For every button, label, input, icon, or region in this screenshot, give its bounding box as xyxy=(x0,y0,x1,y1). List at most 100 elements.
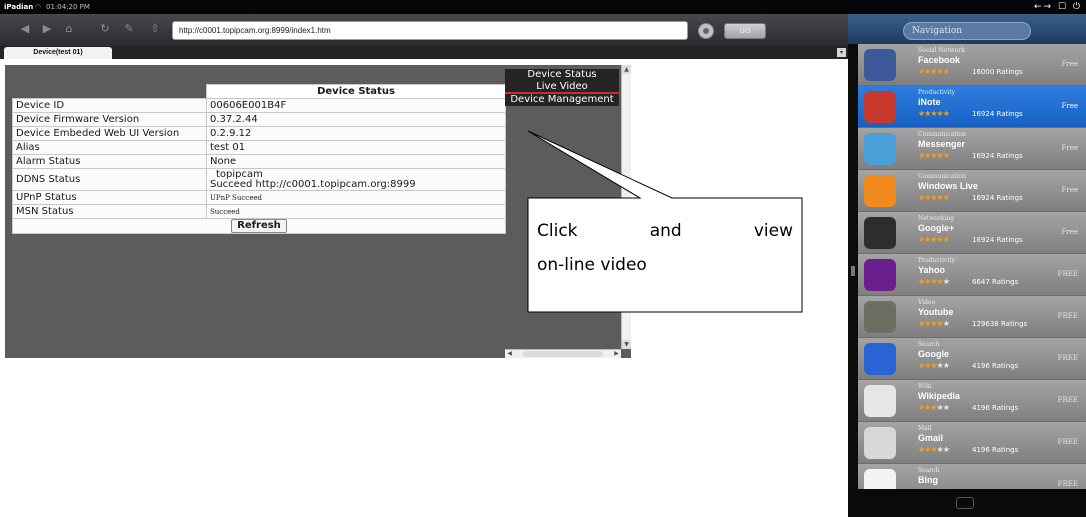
edit-icon[interactable]: ✎ xyxy=(122,22,136,36)
device-side-menu: Device Status Live Video Device Manageme… xyxy=(505,69,619,106)
bookmarks-icon[interactable]: ⌂ xyxy=(62,22,76,36)
app-list-item[interactable]: Search Google ★★★★★ 4196 Ratings FREE xyxy=(858,338,1086,380)
scroll-right-icon[interactable]: ▶ xyxy=(612,350,621,358)
app-list[interactable]: Social Network Facebook ★★★★★ 16000 Ratings… xyxy=(858,44,1086,489)
app-price[interactable]: Free xyxy=(1062,102,1079,110)
mail-envelope-icon xyxy=(864,175,896,207)
app-list-item[interactable]: Networking Google+ ★★★★★ 16924 Ratings Free xyxy=(858,212,1086,254)
app-category: Productivity xyxy=(918,257,956,264)
home-button-icon[interactable] xyxy=(956,497,974,509)
app-ratings: 4196 Ratings xyxy=(972,404,1019,412)
app-list-item[interactable]: SearchBing★★★★★FREE xyxy=(858,464,1086,489)
app-name: Youtube xyxy=(918,307,954,317)
navigation-button[interactable]: Navigation xyxy=(903,22,1031,40)
star-rating-icon: ★★★★★ xyxy=(918,235,950,244)
row-value: 0.37.2.44 xyxy=(206,112,506,127)
app-category: Productivity xyxy=(918,89,956,96)
app-ratings: 16924 Ratings xyxy=(972,194,1023,202)
facebook-icon xyxy=(864,49,896,81)
app-category: Search xyxy=(918,341,940,348)
refresh-button[interactable]: Refresh xyxy=(231,219,287,233)
app-name: Yahoo xyxy=(918,265,946,275)
tab-device[interactable]: Device(test 01) xyxy=(4,47,112,59)
app-list-item[interactable]: Productivity Yahoo ★★★★★ 6647 Ratings FREE xyxy=(858,254,1086,296)
row-label: Device Firmware Version xyxy=(12,112,207,127)
app-list-item[interactable]: Communication Windows Live ★★★★★ 16924 Rati… xyxy=(858,170,1086,212)
row-value: UPnP Succeed xyxy=(206,190,506,205)
app-ratings: 6647 Ratings xyxy=(972,278,1019,286)
star-rating-icon: ★★★★★ xyxy=(918,277,950,286)
app-name: Gmail xyxy=(918,433,944,443)
app-price[interactable]: FREE xyxy=(1058,438,1078,446)
menu-item-device-status[interactable]: Device Status xyxy=(505,69,619,81)
callout-word: and xyxy=(649,221,682,241)
reload-icon[interactable]: ↻ xyxy=(98,22,112,36)
app-name: Google xyxy=(918,349,949,359)
row-value: test 01 xyxy=(206,140,506,155)
notepad-icon xyxy=(864,91,896,123)
stop-icon[interactable] xyxy=(698,23,714,39)
app-price[interactable]: FREE xyxy=(1058,480,1078,488)
app-category: Communication xyxy=(918,131,966,138)
app-list-item[interactable]: Video Youtube ★★★★★ 129638 Ratings FREE xyxy=(858,296,1086,338)
app-ratings: 16924 Ratings xyxy=(972,236,1023,244)
star-rating-icon: ★★★★★ xyxy=(918,151,950,160)
app-ratings: 16924 Ratings xyxy=(972,152,1023,160)
scroll-down-icon[interactable]: ▼ xyxy=(622,340,631,349)
app-category: Communication xyxy=(918,173,966,180)
star-rating-icon: ★★★★★ xyxy=(918,403,950,412)
menu-item-device-management[interactable]: Device Management xyxy=(505,94,619,106)
ddns-host: topipcam xyxy=(216,168,263,180)
row-label: Alarm Status xyxy=(12,154,207,169)
app-list-item[interactable]: Communication Messenger ★★★★★ 16924 Ratings… xyxy=(858,128,1086,170)
tv-icon xyxy=(864,301,896,333)
ddns-result: Succeed http://c0001.topipcam.org:8999 xyxy=(210,178,416,190)
messenger-icon xyxy=(864,133,896,165)
app-price[interactable]: FREE xyxy=(1058,270,1078,278)
forward-arrow-icon[interactable]: ▶ xyxy=(40,22,54,36)
row-label: DDNS Status xyxy=(12,168,207,191)
menu-item-live-video[interactable]: Live Video xyxy=(505,81,619,94)
horizontal-scrollbar[interactable]: ◀ ▶ xyxy=(505,349,621,358)
app-list-item[interactable]: Mail Gmail ★★★★★ 4196 Ratings FREE xyxy=(858,422,1086,464)
url-field[interactable]: http://c0001.topipcam.org:8999/index1.ht… xyxy=(172,21,688,40)
app-ratings: 4196 Ratings xyxy=(972,446,1019,454)
scroll-up-icon[interactable]: ▲ xyxy=(622,65,631,74)
app-price[interactable]: Free xyxy=(1062,60,1079,68)
app-list-item[interactable]: Productivity iNote ★★★★★ 16924 Ratings Free xyxy=(858,86,1086,128)
app-price[interactable]: FREE xyxy=(1058,354,1078,362)
app-list-item[interactable]: Social Network Facebook ★★★★★ 16000 Ratings… xyxy=(858,44,1086,86)
system-icons[interactable]: ←→ ☐ ⏻ xyxy=(1034,0,1082,14)
back-arrow-icon[interactable]: ◀ xyxy=(18,22,32,36)
web-content: Device Status Device ID 00606E001B4F Dev… xyxy=(0,59,848,517)
device-status-heading: Device Status xyxy=(206,84,506,99)
vertical-scrollbar[interactable]: ▲ ▼ xyxy=(621,65,631,349)
app-price[interactable]: FREE xyxy=(1058,312,1078,320)
google-plus-icon xyxy=(864,217,896,249)
scroll-thumb[interactable] xyxy=(523,351,603,357)
star-rating-icon: ★★★★★ xyxy=(918,361,950,370)
table-row: Alias test 01 xyxy=(12,140,506,155)
callout-line2: on-line video xyxy=(537,255,647,275)
scroll-left-icon[interactable]: ◀ xyxy=(505,350,514,358)
app-price[interactable]: Free xyxy=(1062,228,1079,236)
go-button[interactable]: GO xyxy=(724,23,766,39)
share-icon[interactable]: ⇧ xyxy=(148,22,162,36)
row-value: topipcam Succeed http://c0001.topipcam.o… xyxy=(206,168,506,191)
app-price[interactable]: Free xyxy=(1062,186,1079,194)
app-list-item[interactable]: Wiki Wikipedia ★★★★★ 4196 Ratings FREE xyxy=(858,380,1086,422)
app-price[interactable]: Free xyxy=(1062,144,1079,152)
tab-menu-icon[interactable]: ▾ xyxy=(837,48,846,57)
app-name: Bing xyxy=(918,475,938,485)
google-icon xyxy=(864,343,896,375)
row-label: UPnP Status xyxy=(12,190,207,205)
app-ratings: 16000 Ratings xyxy=(972,68,1023,76)
app-category: Wiki xyxy=(918,383,932,390)
app-ratings: 16924 Ratings xyxy=(972,110,1023,118)
row-label: Device Embeded Web UI Version xyxy=(12,126,207,141)
gmail-icon xyxy=(864,427,896,459)
app-category: Social Network xyxy=(918,47,965,54)
app-price[interactable]: FREE xyxy=(1058,396,1078,404)
table-row: Device Embeded Web UI Version 0.2.9.12 xyxy=(12,126,506,141)
callout-word: view xyxy=(753,221,793,241)
